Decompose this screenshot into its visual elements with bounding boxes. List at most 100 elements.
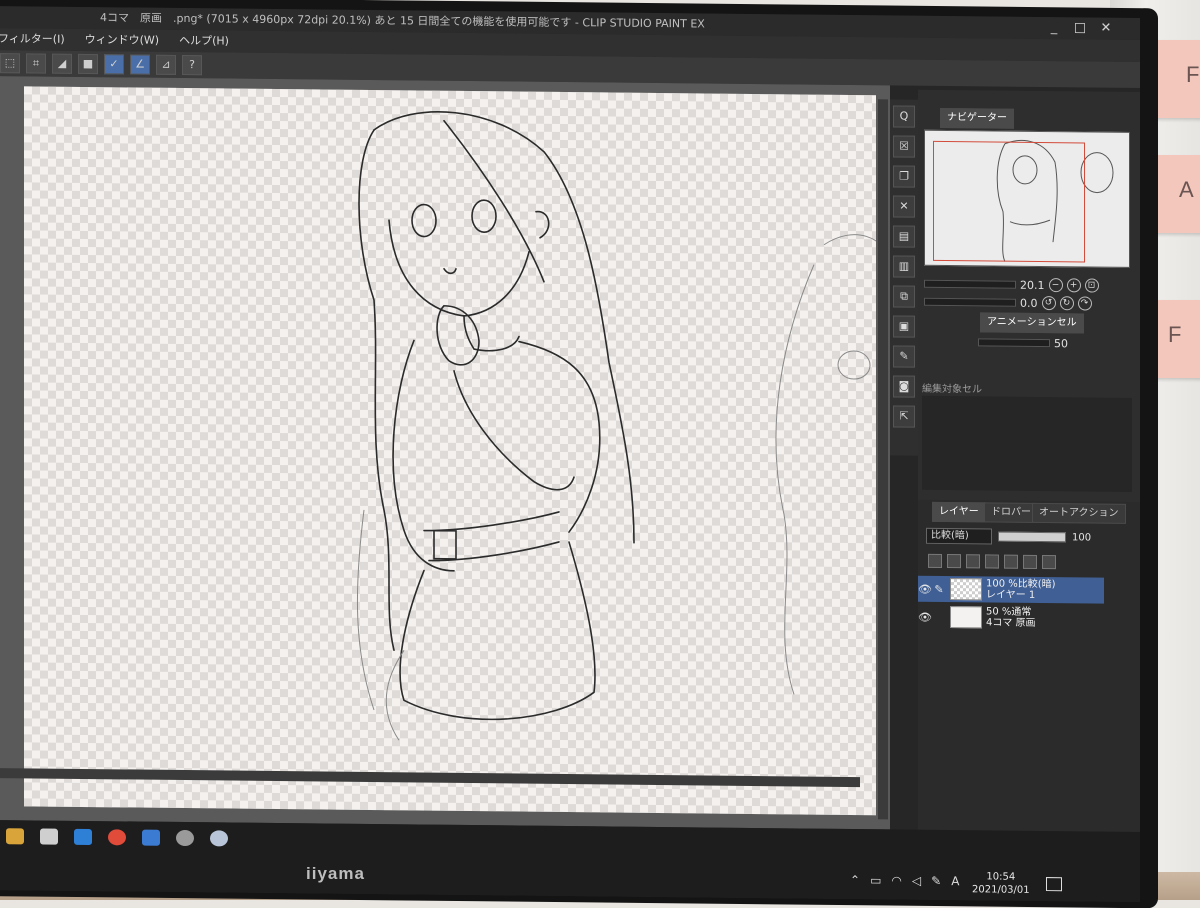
- minimize-button[interactable]: _: [1046, 17, 1062, 39]
- zoom-icon[interactable]: Q: [893, 105, 915, 127]
- clip-studio-paint-icon[interactable]: [210, 830, 228, 846]
- navigator-preview[interactable]: [924, 130, 1130, 268]
- ruler-icon[interactable]: ⊿: [156, 55, 176, 75]
- selection-icon[interactable]: ⬚: [0, 53, 20, 73]
- blend-mode-select[interactable]: 比較(暗): [926, 528, 992, 545]
- drawing-canvas[interactable]: [24, 86, 876, 815]
- sketch-girl: [359, 111, 634, 721]
- eye-icon[interactable]: 👁: [918, 582, 932, 595]
- tab-dropper[interactable]: ドロパー: [984, 502, 1038, 523]
- clear-icon[interactable]: ☒: [893, 135, 915, 157]
- tab-auto-action[interactable]: オートアクション: [1032, 503, 1126, 524]
- network-icon[interactable]: [142, 830, 160, 846]
- cel-slider[interactable]: [978, 338, 1050, 347]
- animation-cel-area: [922, 396, 1132, 492]
- file-explorer-icon[interactable]: [6, 828, 24, 844]
- blend-row: 比較(暗) 100: [926, 528, 1136, 546]
- crop-icon[interactable]: ⌗: [26, 53, 46, 73]
- new-layer-icon[interactable]: [928, 554, 942, 568]
- tab-layer[interactable]: レイヤー: [932, 502, 986, 523]
- speaker-icon[interactable]: ◁: [912, 874, 921, 888]
- menu-filter[interactable]: フィルター(I): [0, 28, 65, 51]
- fill-icon[interactable]: ■: [78, 54, 98, 74]
- menu-help[interactable]: ヘルプ(H): [179, 30, 229, 53]
- sketch-drawing: [24, 86, 876, 815]
- shape-icon[interactable]: ◢: [52, 54, 72, 74]
- merge-icon[interactable]: [1023, 555, 1037, 569]
- new-folder-icon[interactable]: [947, 554, 961, 568]
- layer-mode: 100 %比較(暗): [986, 578, 1056, 590]
- clip-studio-icon[interactable]: [176, 830, 194, 846]
- clock-time: 10:54: [972, 870, 1030, 884]
- export-icon[interactable]: ⇱: [893, 405, 915, 427]
- tool-strip: Q ☒ ❐ ✕ ▤ ▥ ⧉ ▣ ✎ ◙ ⇱: [890, 99, 918, 455]
- copy-icon[interactable]: ❐: [893, 165, 915, 187]
- chrome-icon[interactable]: [108, 829, 126, 845]
- delete-icon[interactable]: ✕: [893, 195, 915, 217]
- pen-icon[interactable]: ✎: [931, 874, 941, 888]
- layer-row[interactable]: 👁 50 %通常 4コマ 原画: [918, 604, 1104, 632]
- zoom-value: 20.1: [1020, 278, 1045, 291]
- window-controls: _ □ ✕: [1046, 17, 1114, 40]
- menu-window[interactable]: ウィンドウ(W): [85, 29, 159, 52]
- layer-icon[interactable]: ▤: [893, 225, 915, 247]
- fit-icon[interactable]: ⊡: [1085, 278, 1099, 292]
- reset-icon[interactable]: ↷: [1078, 296, 1092, 310]
- layer-thumbnail: [950, 578, 982, 600]
- layer-name: 4コマ 原画: [986, 617, 1036, 629]
- layer-row[interactable]: 👁 ✎ 100 %比較(暗) レイヤー 1: [918, 576, 1104, 604]
- help-icon[interactable]: ?: [182, 55, 202, 75]
- edit-icon[interactable]: ✎: [893, 345, 915, 367]
- pen-icon: ✎: [932, 582, 946, 595]
- zoom-in-icon[interactable]: +: [1067, 278, 1081, 292]
- chevron-up-icon[interactable]: ⌃: [850, 873, 860, 887]
- mail-icon[interactable]: [74, 829, 92, 845]
- edit-target-cel-label: 編集対象セル: [922, 380, 982, 396]
- rotate-slider[interactable]: [924, 298, 1016, 307]
- zoom-slider[interactable]: [924, 280, 1016, 289]
- layer-toolbar: [928, 554, 1056, 569]
- opacity-slider[interactable]: [998, 532, 1066, 543]
- navigator-view-frame: [933, 141, 1085, 263]
- layer-panel: レイヤー ドロパー オートアクション 比較(暗) 100 👁 ✎: [918, 500, 1140, 832]
- rotate-right-icon[interactable]: ↻: [1060, 296, 1074, 310]
- wifi-icon[interactable]: ◠: [891, 873, 901, 887]
- opacity-value: 100: [1072, 532, 1091, 543]
- screen: 4コマ 原画 .png* (7015 x 4960px 72dpi 20.1%)…: [0, 6, 1140, 902]
- notification-icon[interactable]: [1046, 877, 1062, 891]
- trash-icon[interactable]: [1042, 555, 1056, 569]
- animation-cel-row: 50: [978, 334, 1128, 352]
- right-panel: ナビゲーター 20.1 − + ⊡ 0.0 ↺ ↻: [918, 90, 1140, 832]
- rotate-left-icon[interactable]: ↺: [1042, 296, 1056, 310]
- eye-icon[interactable]: 👁: [918, 610, 932, 623]
- transform-icon[interactable]: ⧉: [893, 285, 915, 307]
- layer-mode: 50 %通常: [986, 606, 1036, 618]
- lock-icon[interactable]: [1004, 555, 1018, 569]
- layer-name: レイヤー 1: [986, 589, 1056, 601]
- curve-icon[interactable]: ∠: [130, 54, 150, 74]
- tab-animation-cel[interactable]: アニメーションセル: [980, 312, 1084, 333]
- document-icon[interactable]: ▥: [893, 255, 915, 277]
- cel-value: 50: [1054, 337, 1068, 350]
- zoom-out-icon[interactable]: −: [1049, 278, 1063, 292]
- vertical-scrollbar[interactable]: [878, 99, 888, 819]
- layer-thumbnail: [950, 606, 982, 628]
- close-button[interactable]: ✕: [1098, 18, 1114, 40]
- pen-stabilizer-icon[interactable]: ✓: [104, 54, 124, 74]
- ime-indicator[interactable]: A: [951, 874, 959, 888]
- mask-icon[interactable]: [966, 554, 980, 568]
- sticky-note: F: [1152, 40, 1200, 118]
- monitor-brand-logo: iiyama: [306, 864, 365, 884]
- rotation-value: 0.0: [1020, 296, 1038, 309]
- store-icon[interactable]: [40, 829, 58, 845]
- navigator-zoom-row: 20.1 − + ⊡: [924, 276, 1134, 294]
- maximize-button[interactable]: □: [1072, 17, 1088, 39]
- camera-icon[interactable]: ◙: [893, 375, 915, 397]
- clock[interactable]: 10:54 2021/03/01: [972, 870, 1030, 897]
- tab-navigator[interactable]: ナビゲーター: [940, 108, 1014, 129]
- folder-icon[interactable]: ▣: [893, 315, 915, 337]
- navigator-rotate-row: 0.0 ↺ ↻ ↷: [924, 294, 1134, 312]
- clip-icon[interactable]: [985, 554, 999, 568]
- taskbar: ⌃ ▭ ◠ ◁ ✎ A 10:54 2021/03/01: [0, 820, 1140, 902]
- monitor-icon[interactable]: ▭: [870, 873, 881, 887]
